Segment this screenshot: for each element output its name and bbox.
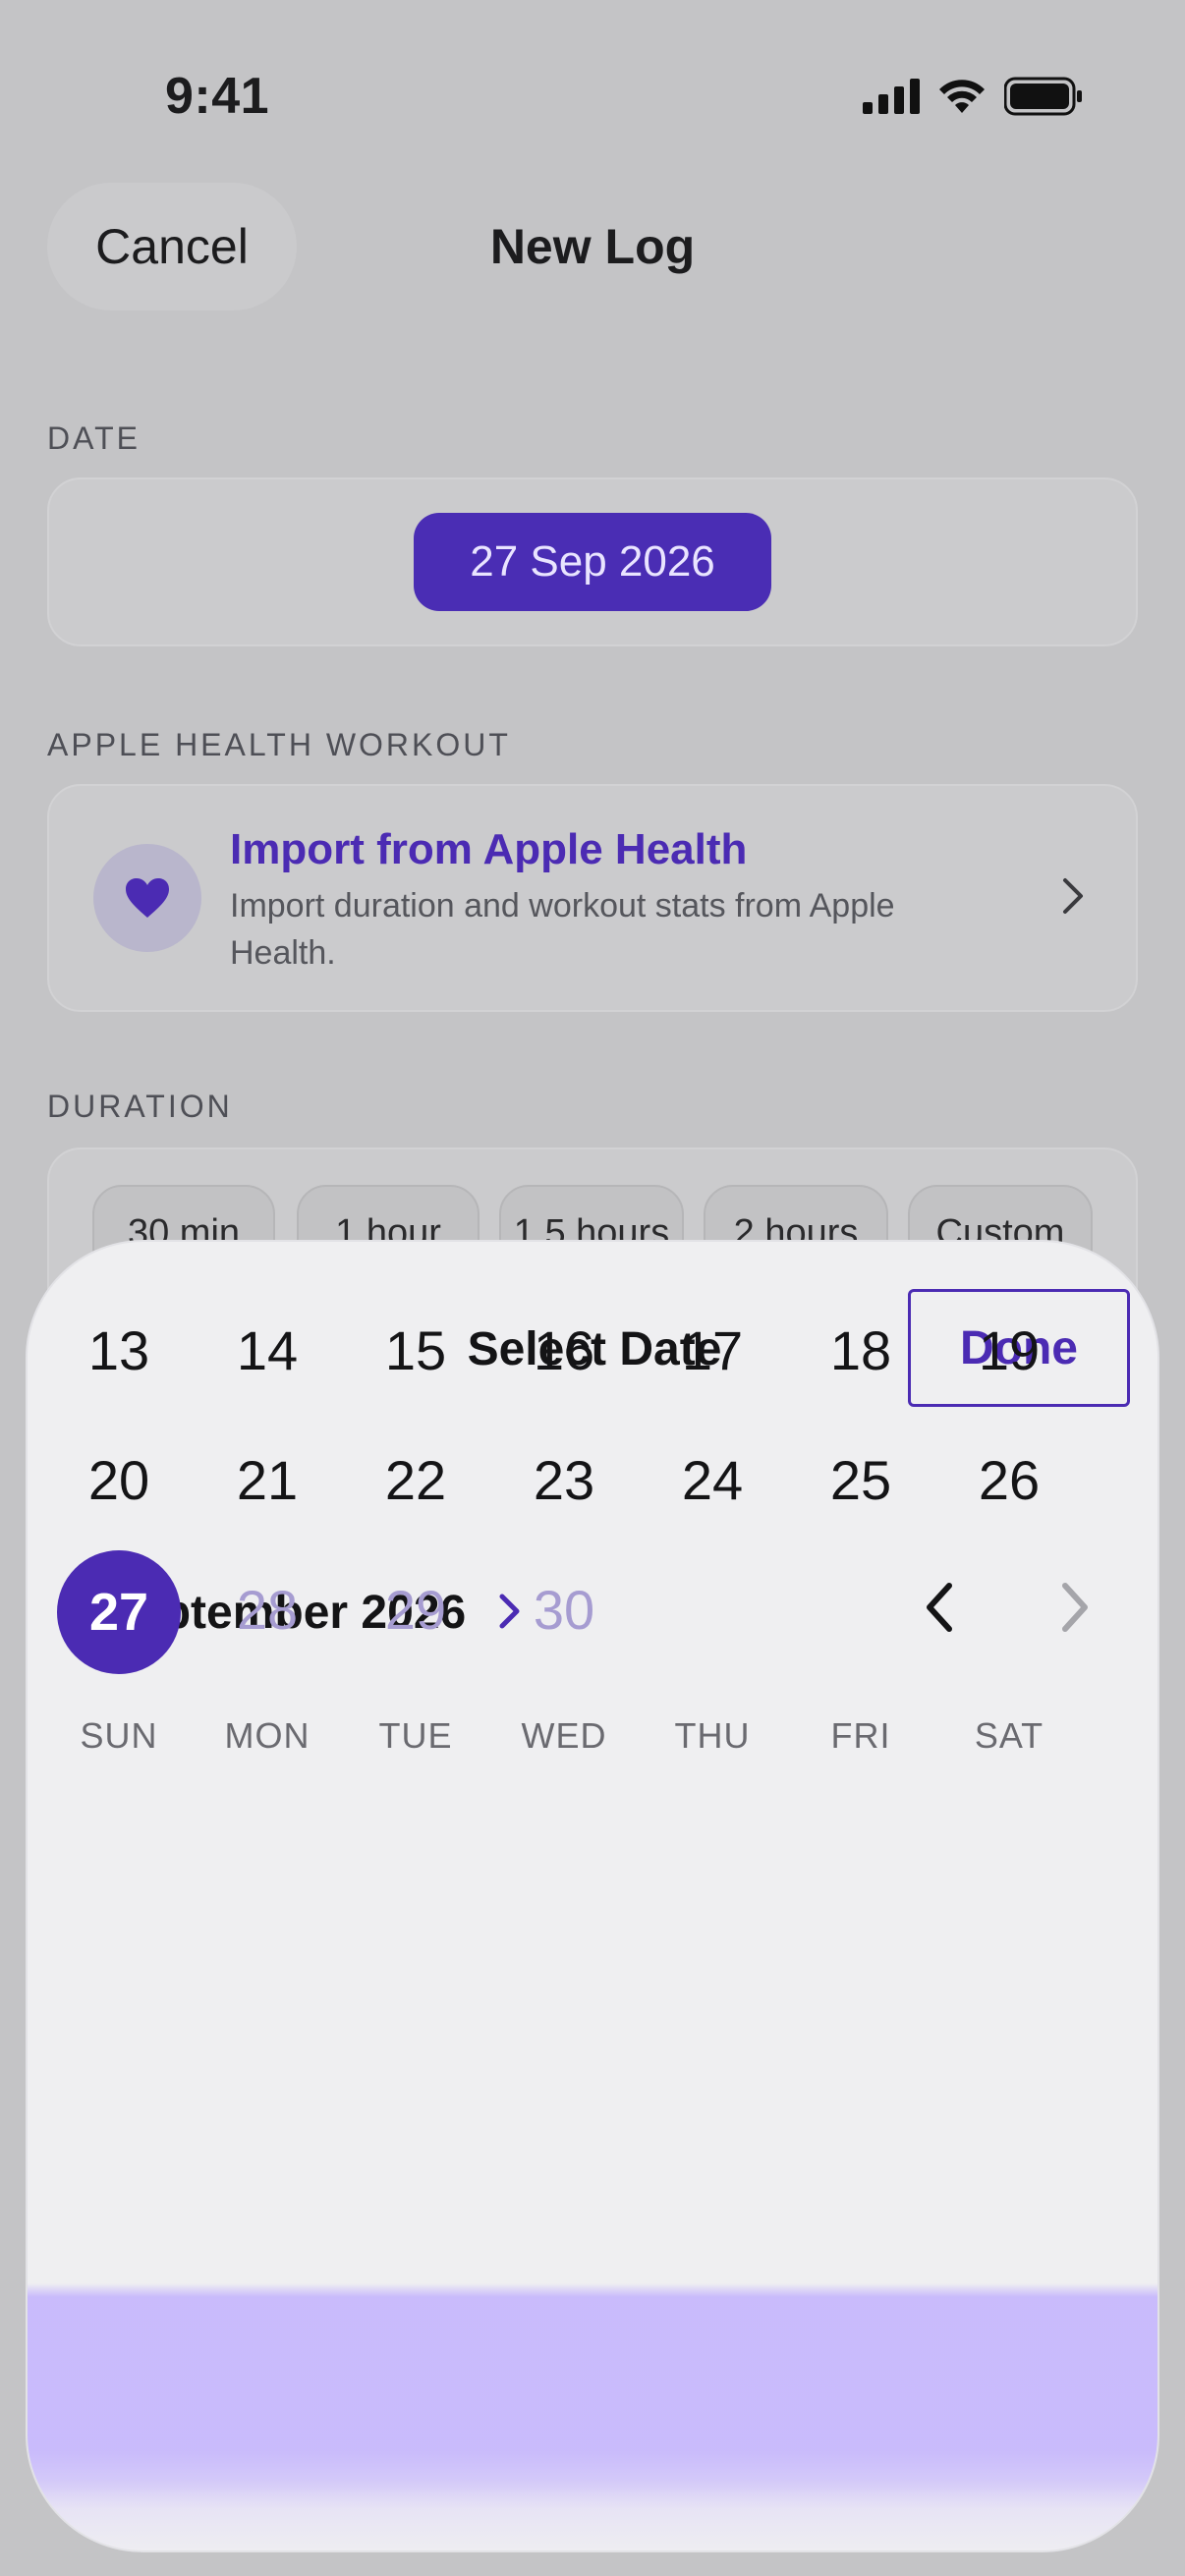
calendar-day[interactable]: 30 — [495, 1578, 633, 1642]
calendar-day[interactable]: 17 — [644, 1318, 781, 1382]
page-title: New Log — [489, 219, 696, 274]
calendar-day[interactable]: 7 — [198, 1242, 336, 1253]
chevron-right-icon — [1063, 878, 1083, 914]
next-month-button[interactable] — [1057, 1580, 1093, 1635]
calendar-day[interactable]: 10 — [644, 1242, 781, 1253]
calendar-day[interactable]: 12 — [940, 1242, 1078, 1253]
calendar-day[interactable]: 24 — [644, 1448, 781, 1512]
previous-month-button[interactable] — [922, 1580, 957, 1635]
calendar-day[interactable]: 13 — [50, 1318, 188, 1382]
date-picker-sheet: Select Date Done September 2026 SUN MON TU… — [26, 1240, 1159, 2552]
calendar-day[interactable]: 8 — [347, 1242, 484, 1253]
duration-section-label: DURATION — [47, 1089, 233, 1124]
calendar-day[interactable]: 20 — [50, 1448, 188, 1512]
selected-day[interactable]: 27 — [57, 1550, 181, 1674]
import-health-subtitle: Import duration and workout stats from A… — [230, 887, 895, 972]
calendar-day[interactable]: 19 — [940, 1318, 1078, 1382]
health-section-label: APPLE HEALTH WORKOUT — [47, 727, 511, 762]
calendar-day[interactable]: 18 — [792, 1318, 930, 1382]
selected-week-highlight — [28, 2283, 1157, 2550]
weekday-label: TUE — [378, 1715, 453, 1756]
calendar-day[interactable]: 22 — [347, 1448, 484, 1512]
signal-icon — [863, 79, 920, 114]
weekday-label: MON — [224, 1715, 310, 1756]
calendar-day[interactable]: 15 — [347, 1318, 484, 1382]
calendar-day[interactable]: 26 — [940, 1448, 1078, 1512]
heart-icon — [126, 878, 169, 918]
status-icons — [863, 77, 1083, 116]
calendar-day[interactable]: 16 — [495, 1318, 633, 1382]
calendar-day[interactable]: 29 — [347, 1578, 484, 1642]
status-time: 9:41 — [165, 68, 270, 125]
date-section-label: DATE — [47, 420, 141, 456]
calendar-day[interactable]: 21 — [198, 1448, 336, 1512]
calendar-day[interactable]: 11 — [792, 1242, 930, 1253]
calendar-day[interactable]: 28 — [198, 1578, 336, 1642]
wifi-icon — [939, 80, 985, 113]
calendar-day[interactable]: 25 — [792, 1448, 930, 1512]
battery-icon — [1004, 77, 1082, 116]
calendar-day[interactable]: 6 — [50, 1242, 188, 1253]
calendar-day[interactable]: 23 — [495, 1448, 633, 1512]
weekday-label: FRI — [830, 1715, 891, 1756]
calendar-day[interactable]: 9 — [495, 1242, 633, 1253]
weekday-label: WED — [521, 1715, 607, 1756]
heart-badge — [93, 844, 201, 952]
import-health-title: Import from Apple Health — [230, 825, 748, 873]
date-picker-button[interactable]: 27 Sep 2026 — [414, 513, 771, 611]
calendar-day[interactable]: 14 — [198, 1318, 336, 1382]
weekday-label: THU — [674, 1715, 751, 1756]
weekday-label: SAT — [974, 1715, 1044, 1756]
weekday-label: SUN — [80, 1715, 158, 1756]
